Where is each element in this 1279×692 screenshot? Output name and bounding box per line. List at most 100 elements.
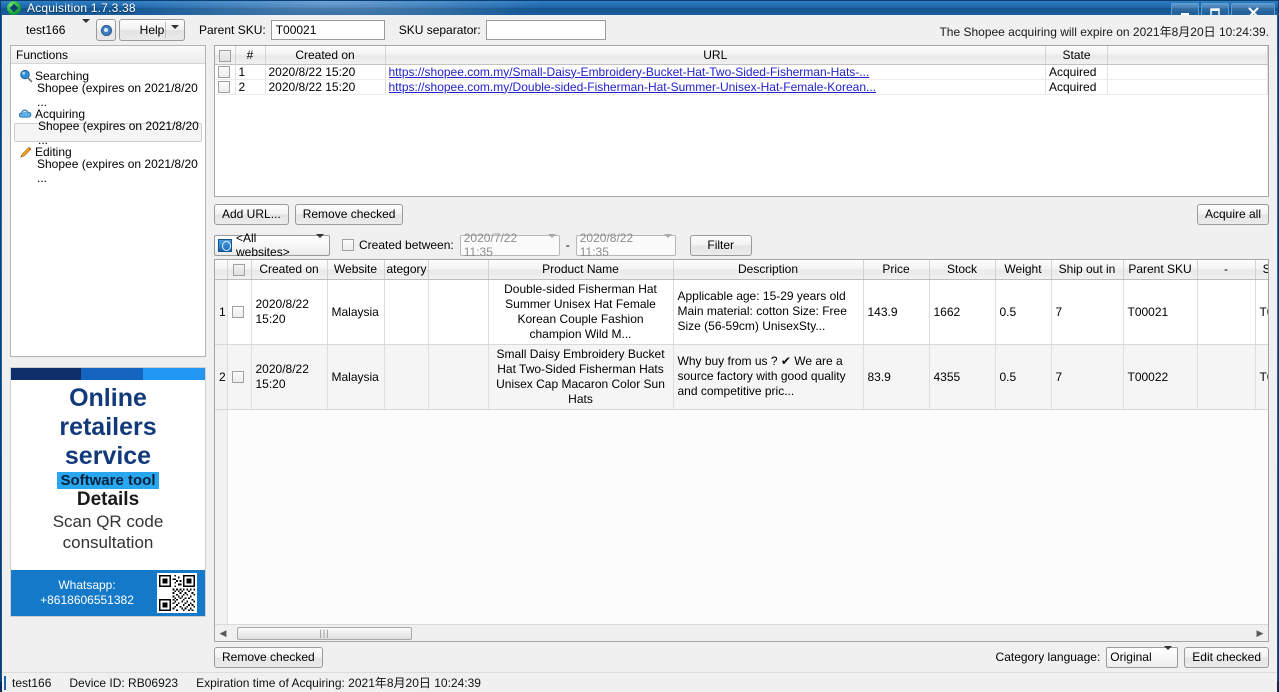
acquire-all-button[interactable]: Acquire all [1196, 203, 1269, 225]
product-row-created-on: 2020/8/22 15:20 [251, 279, 328, 345]
url-row-link-cell[interactable]: https://shopee.com.my/Double-sided-Fishe… [385, 79, 1046, 95]
ad-whatsapp: Whatsapp: +8618606551382 [17, 578, 157, 608]
product-name-value: Small Daisy Embroidery Bucket Hat Two-Si… [496, 346, 665, 406]
product-table: Created on Website ategory Product Name … [214, 259, 1269, 642]
scrollbar-track[interactable]: ||| [231, 626, 1252, 641]
application-window: Acquisition 1.7.3.38 test166 Help Parent… [0, 0, 1279, 692]
user-account-dropdown[interactable]: test166 [8, 19, 96, 37]
edit-checked-button[interactable]: Edit checked [1184, 646, 1269, 668]
url-row-spacer [1107, 64, 1268, 80]
product-col-ship-out-in[interactable]: Ship out in [1051, 260, 1124, 280]
title-bar[interactable]: Acquisition 1.7.3.38 [1, 1, 1278, 24]
product-row-price: 83.9 [863, 344, 930, 410]
settings-button[interactable] [96, 19, 116, 41]
ad-scan-line-1: Scan QR code [52, 512, 164, 531]
expiration-notice: The Shopee acquiring will expire on 2021… [939, 25, 1269, 39]
product-name-value: Double-sided Fisherman Hat Summer Unisex… [504, 281, 657, 341]
sidebar-item-label: Shopee (expires on 2021/8/20 ... [38, 118, 199, 147]
product-row-category [384, 344, 429, 410]
product-row-checkbox-cell[interactable] [227, 279, 252, 345]
product-col-product-name[interactable]: Product Name [488, 260, 674, 280]
table-row[interactable]: 2 2020/8/22 15:20 Malaysia Small Daisy E… [215, 344, 1268, 410]
checkbox-icon[interactable] [218, 49, 231, 62]
add-url-button[interactable]: Add URL... [214, 203, 289, 225]
product-row-blank [428, 279, 489, 345]
product-col-website[interactable]: Website [327, 260, 385, 280]
product-col-blank[interactable] [428, 260, 489, 280]
client-area: test166 Help Parent SKU: SKU separator: … [2, 15, 1277, 692]
product-row-parent-sku: T00022 [1123, 344, 1198, 410]
product-col-dash[interactable]: - [1197, 260, 1256, 280]
url-actions-bar: Add URL... Remove checked Acquire all [214, 197, 1269, 231]
url-row-checkbox-cell[interactable] [215, 79, 236, 95]
product-col-category[interactable]: ategory [384, 260, 429, 280]
checkbox-icon[interactable] [233, 264, 245, 277]
chevron-down-icon[interactable] [663, 234, 672, 252]
checkbox-icon[interactable] [218, 66, 230, 79]
globe-icon [218, 238, 232, 252]
ad-scan-line-2: consultation [62, 533, 154, 552]
scroll-right-icon[interactable]: ▶ [1252, 626, 1268, 641]
main-split: Functions Searching Shopee (expires on 2… [2, 45, 1277, 672]
sidebar-subitem-shopee-editing[interactable]: Shopee (expires on 2021/8/20 ... [11, 157, 205, 185]
product-row-stock: 1662 [929, 279, 996, 345]
url-row-checkbox-cell[interactable] [215, 64, 236, 80]
product-col-rownum [215, 260, 228, 280]
remove-checked-products-button[interactable]: Remove checked [214, 646, 323, 668]
table-row[interactable]: 2 2020/8/22 15:20 https://shopee.com.my/… [215, 79, 1268, 95]
table-row[interactable]: 1 2020/8/22 15:20 Malaysia Double-sided … [215, 279, 1268, 345]
chevron-down-icon[interactable] [547, 234, 556, 252]
product-col-sku[interactable]: SKU [1255, 260, 1268, 280]
date-from-value: 2020/7/22 11:35 [463, 231, 518, 259]
product-created-on-value: 2020/8/22 15:20 [255, 296, 309, 326]
product-row-checkbox-cell[interactable] [227, 344, 252, 410]
url-col-state[interactable]: State [1045, 46, 1108, 65]
date-to-input[interactable]: 2020/8/22 11:35 [575, 231, 676, 259]
horizontal-scrollbar[interactable]: ◀ ||| ▶ [215, 624, 1268, 641]
product-row-number: 2 [215, 344, 228, 410]
scroll-left-icon[interactable]: ◀ [215, 626, 231, 641]
functions-list: Searching Shopee (expires on 2021/8/20 .… [11, 64, 205, 185]
product-select-all-header[interactable] [227, 260, 252, 280]
parent-sku-input[interactable] [270, 20, 385, 40]
ad-highlight: Software tool [57, 472, 159, 489]
filter-button[interactable]: Filter [689, 234, 752, 256]
product-col-description[interactable]: Description [673, 260, 864, 280]
remove-checked-url-button[interactable]: Remove checked [294, 203, 404, 225]
checkbox-icon[interactable] [342, 239, 354, 251]
product-col-created-on[interactable]: Created on [251, 260, 328, 280]
url-link[interactable]: https://shopee.com.my/Double-sided-Fishe… [389, 80, 1043, 94]
url-link[interactable]: https://shopee.com.my/Small-Daisy-Embroi… [389, 65, 1043, 79]
sidebar-subitem-shopee-searching[interactable]: Shopee (expires on 2021/8/20 ... [11, 81, 205, 109]
scrollbar-thumb[interactable]: ||| [237, 626, 412, 640]
url-col-created-on[interactable]: Created on [265, 46, 386, 65]
product-col-stock[interactable]: Stock [929, 260, 996, 280]
created-between-checkbox-label[interactable]: Created between: [342, 238, 454, 252]
product-row-website: Malaysia [327, 344, 385, 410]
url-select-all-header[interactable] [215, 46, 236, 65]
product-row-dash [1197, 344, 1256, 410]
checkbox-icon[interactable] [218, 81, 230, 94]
category-language-dropdown[interactable]: Original [1106, 646, 1179, 668]
checkbox-icon[interactable] [231, 371, 244, 384]
url-col-number[interactable]: # [235, 46, 266, 65]
product-table-header-row: Created on Website ategory Product Name … [215, 260, 1268, 280]
website-filter-dropdown[interactable]: <All websites> [214, 231, 330, 259]
product-col-weight[interactable]: Weight [995, 260, 1052, 280]
ad-line-3: service [64, 442, 152, 470]
advertisement-panel[interactable]: Online retailers service Software tool D… [10, 367, 206, 617]
url-row-created-on: 2020/8/22 15:20 [265, 64, 386, 80]
sidebar-subitem-shopee-acquiring[interactable]: Shopee (expires on 2021/8/20 ... [14, 119, 202, 147]
ad-line-2: retailers [59, 413, 157, 441]
checkbox-icon[interactable] [231, 306, 244, 319]
product-col-price[interactable]: Price [863, 260, 930, 280]
sku-separator-input[interactable] [485, 20, 606, 40]
url-row-link-cell[interactable]: https://shopee.com.my/Small-Daisy-Embroi… [385, 64, 1046, 80]
product-col-parent-sku[interactable]: Parent SKU [1123, 260, 1198, 280]
help-button[interactable]: Help [119, 19, 185, 43]
table-row[interactable]: 1 2020/8/22 15:20 https://shopee.com.my/… [215, 64, 1268, 80]
date-from-input[interactable]: 2020/7/22 11:35 [459, 231, 560, 259]
url-col-url[interactable]: URL [385, 46, 1046, 65]
product-row-parent-sku: T00021 [1123, 279, 1198, 345]
bottom-right-controls: Category language: Original Edit checked [996, 646, 1269, 668]
